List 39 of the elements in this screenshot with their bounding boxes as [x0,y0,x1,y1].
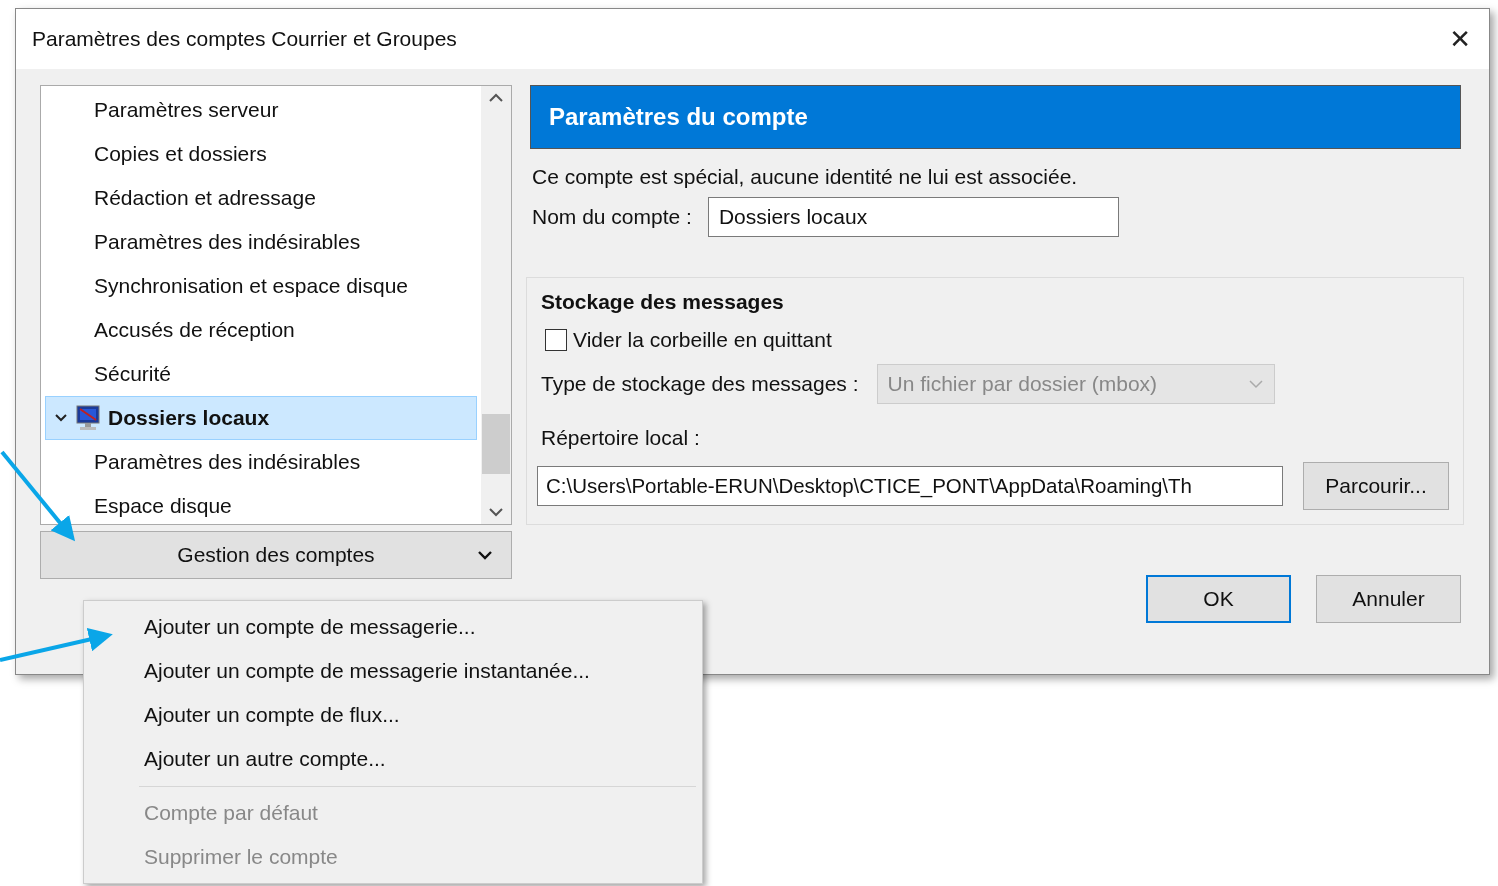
chevron-down-icon [477,550,493,560]
storage-type-label: Type de stockage des messages : [541,372,859,396]
tree-item[interactable]: Accusés de réception [45,308,477,352]
local-directory-label: Répertoire local : [541,426,701,450]
tree-item[interactable]: Copies et dossiers [45,132,477,176]
tree-item[interactable]: Paramètres serveur [45,88,477,132]
browse-button[interactable]: Parcourir... [1303,462,1449,510]
scrollbar[interactable] [481,86,511,524]
local-directory-field[interactable]: C:\Users\Portable-ERUN\Desktop\CTICE_PONT\AppData\Roaming\Th [537,466,1283,506]
checkbox[interactable] [545,329,567,351]
menu-item[interactable]: Ajouter un compte de flux... [84,693,696,737]
tree-item[interactable]: Rédaction et adressage [45,176,477,220]
group-title: Stockage des messages [541,290,785,314]
account-name-label: Nom du compte : [532,205,692,229]
checkbox-label: Vider la corbeille en quittant [573,328,832,352]
tree-item[interactable]: Paramètres des indésirables [45,220,477,264]
menu-item[interactable]: Ajouter un autre compte... [84,737,696,781]
chevron-down-icon [1247,379,1264,389]
account-name-field[interactable]: Dossiers locaux [707,197,1119,237]
account-actions-button[interactable]: Gestion des comptes [40,531,512,579]
scrollbar-thumb[interactable] [482,414,510,474]
monitor-icon [74,404,102,432]
close-button[interactable]: ✕ [1439,20,1481,58]
chevron-icon[interactable] [54,413,68,423]
scroll-up-icon[interactable] [488,92,504,104]
menu-item[interactable]: Ajouter un compte de messagerie instantanée... [84,649,696,693]
ok-button[interactable]: OK [1146,575,1291,623]
scroll-down-icon[interactable] [488,506,504,518]
panel-header: Paramètres du compte [530,85,1461,149]
menu-item[interactable]: Ajouter un compte de messagerie... [84,605,696,649]
tree-item[interactable]: Sécurité [45,352,477,396]
window-title: Paramètres des comptes Courrier et Groupes [32,27,457,51]
tree-item[interactable]: Paramètres des indésirables [45,440,477,484]
tree-item-label: Dossiers locaux [108,406,270,430]
description-text: Ce compte est spécial, aucune identité ne lui est associée. [531,165,1079,189]
tree-item[interactable]: Synchronisation et espace disque [45,264,477,308]
tree-item[interactable]: Espace disque [45,484,477,528]
tree-item[interactable]: Dossiers locaux [45,396,477,440]
cancel-button[interactable]: Annuler [1316,575,1461,623]
